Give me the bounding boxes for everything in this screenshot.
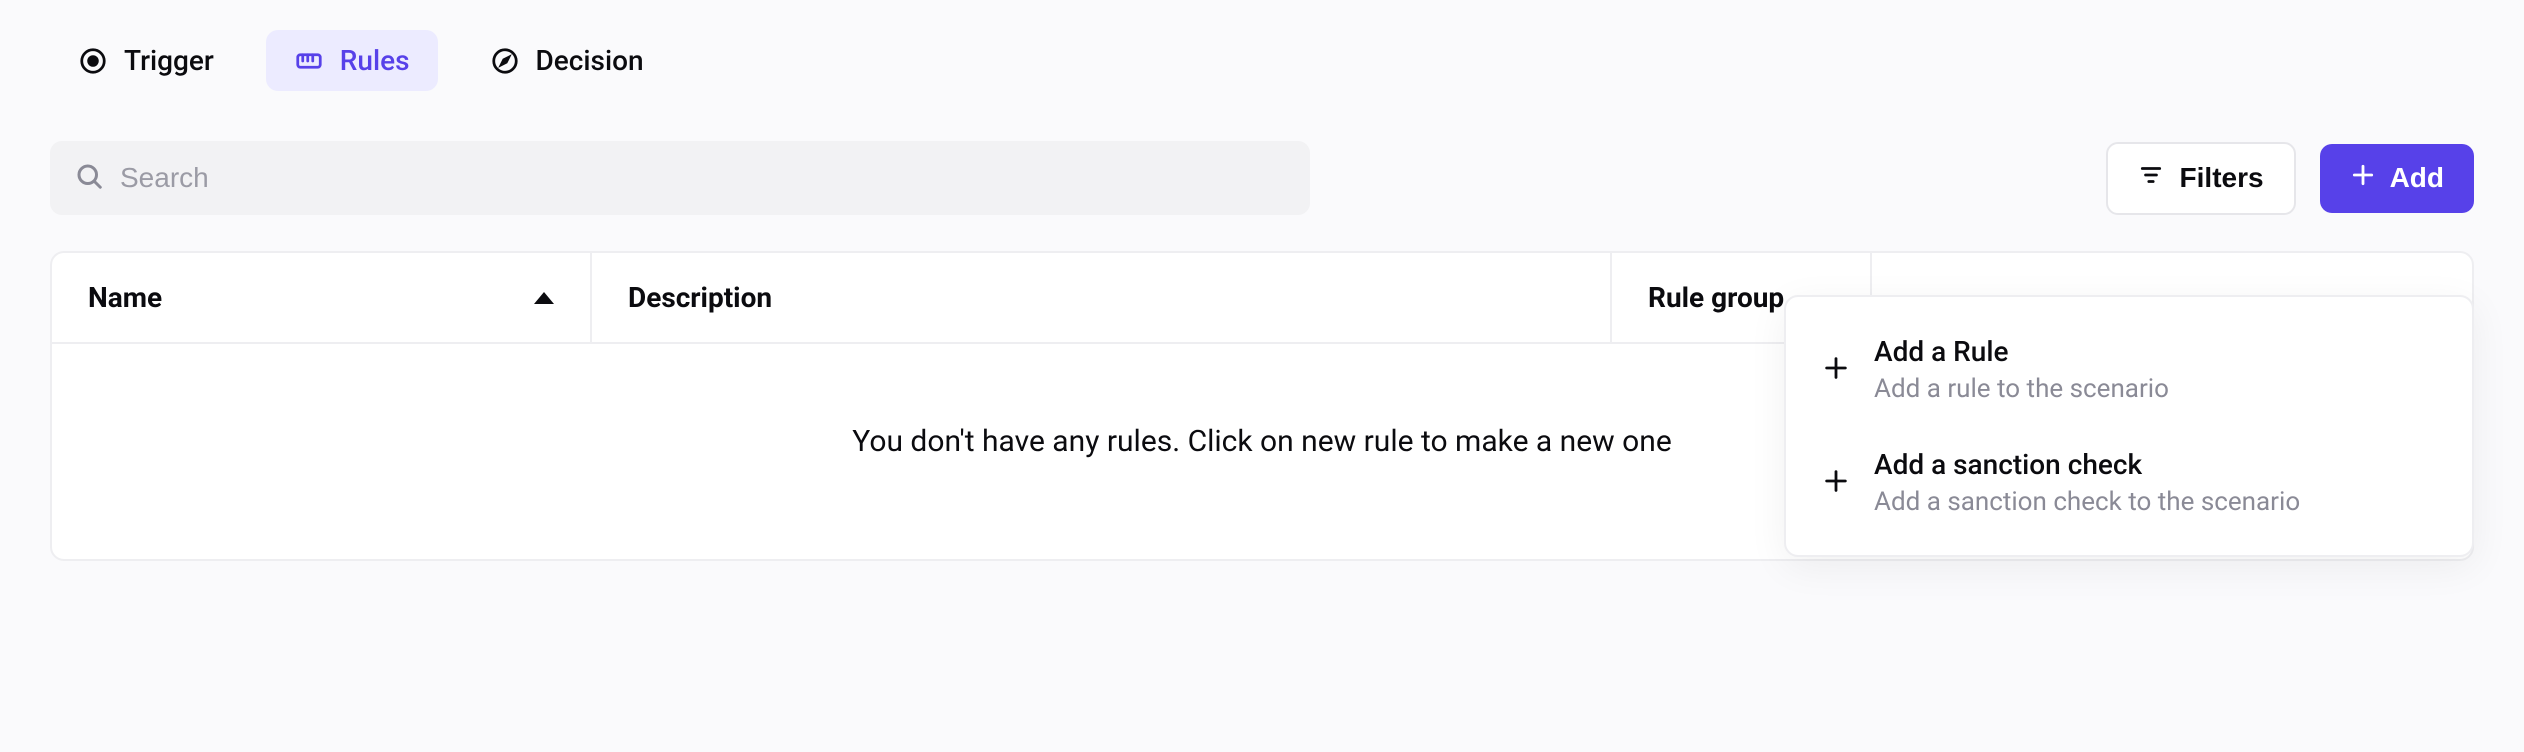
sort-asc-icon (534, 292, 554, 304)
column-header-description[interactable]: Description (592, 253, 1612, 342)
tab-label: Trigger (124, 44, 214, 77)
add-label: Add (2390, 162, 2444, 194)
menu-item-description: Add a rule to the scenario (1874, 374, 2169, 404)
menu-item-title: Add a sanction check (1874, 448, 2300, 481)
search-icon (74, 161, 104, 195)
empty-message: You don't have any rules. Click on new r… (852, 424, 1671, 459)
tab-trigger[interactable]: Trigger (50, 30, 242, 91)
target-icon (78, 46, 108, 76)
filter-icon (2138, 162, 2164, 195)
plus-icon (1822, 354, 1850, 386)
plus-icon (1822, 467, 1850, 499)
menu-item-description: Add a sanction check to the scenario (1874, 487, 2300, 517)
menu-item-title: Add a Rule (1874, 335, 2169, 368)
tab-label: Rules (340, 44, 410, 77)
plus-icon (2350, 162, 2376, 195)
search-input[interactable] (120, 162, 1286, 194)
tab-rules[interactable]: Rules (266, 30, 438, 91)
add-dropdown: Add a Rule Add a rule to the scenario Ad… (1784, 295, 2474, 557)
column-label: Name (88, 281, 162, 314)
compass-icon (490, 46, 520, 76)
add-menu-item-sanction-check[interactable]: Add a sanction check Add a sanction chec… (1786, 426, 2472, 539)
add-button[interactable]: Add (2320, 144, 2474, 213)
tab-label: Decision (536, 44, 644, 77)
filters-button[interactable]: Filters (2106, 142, 2296, 215)
add-menu-item-rule[interactable]: Add a Rule Add a rule to the scenario (1786, 313, 2472, 426)
toolbar: Filters Add (50, 141, 2474, 215)
column-header-name[interactable]: Name (52, 253, 592, 342)
ruler-icon (294, 46, 324, 76)
column-label: Description (628, 281, 772, 314)
filters-label: Filters (2180, 162, 2264, 194)
tabs: Trigger Rules Decision (50, 30, 2474, 91)
column-label: Rule group (1648, 281, 1784, 314)
tab-decision[interactable]: Decision (462, 30, 672, 91)
search-box[interactable] (50, 141, 1310, 215)
